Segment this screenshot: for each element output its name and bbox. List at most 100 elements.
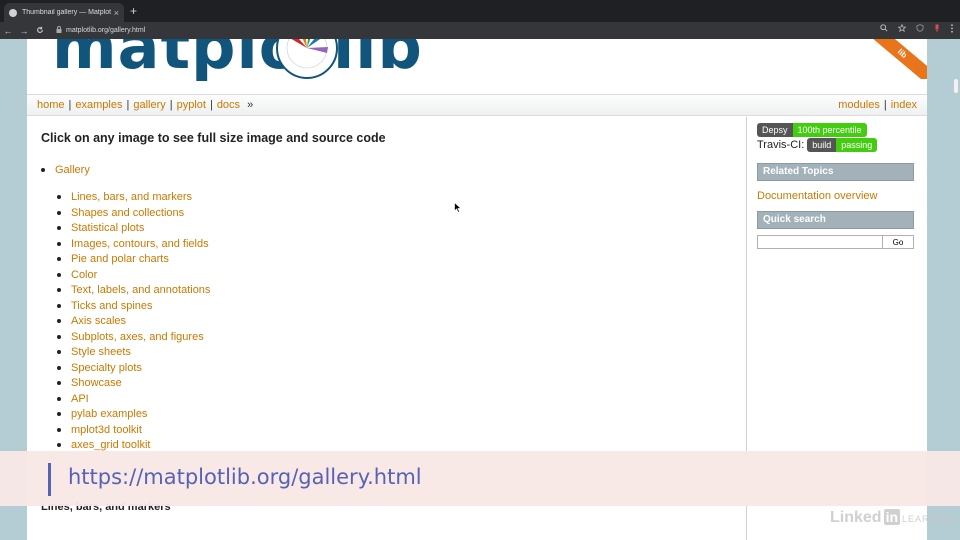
list-item: Specialty plots [57, 361, 210, 377]
favicon-icon [9, 8, 17, 17]
related-topics-header: Related Topics [757, 163, 914, 181]
section-link[interactable]: axes_grid toolkit [71, 439, 151, 451]
nav-link-modules[interactable]: modules [838, 99, 880, 111]
address-bar[interactable]: matplotlib.org/gallery.html [66, 27, 145, 34]
banner-accent-bar [48, 463, 51, 496]
browser-toolbar: ← → matplotlib.org/gallery.html [0, 22, 960, 39]
build-badge[interactable]: build passing [807, 138, 878, 152]
list-item: Lines, bars, and markers [57, 190, 210, 206]
list-item: API [57, 392, 210, 408]
bullet-icon [57, 272, 61, 277]
section-link[interactable]: Images, contours, and fields [71, 238, 209, 250]
section-link[interactable]: Showcase [71, 377, 122, 389]
sidebar: Depsy 100th percentile Travis-CI: build … [757, 123, 917, 249]
url-overlay-banner: https://matplotlib.org/gallery.html [0, 451, 960, 506]
watermark-linked: Linked [830, 509, 882, 526]
page-heading: Click on any image to see full size imag… [41, 131, 386, 145]
bullet-icon [57, 241, 61, 246]
bullet-icon [57, 319, 61, 324]
section-link[interactable]: API [71, 393, 89, 405]
section-link[interactable]: Specialty plots [71, 362, 142, 374]
list-item: Images, contours, and fields [57, 237, 210, 253]
nav-link-gallery[interactable]: gallery [133, 99, 165, 111]
nav-link-examples[interactable]: examples [75, 99, 122, 111]
go-button[interactable]: Go [883, 235, 914, 249]
section-link[interactable]: Style sheets [71, 346, 131, 358]
back-button[interactable]: ← [0, 26, 16, 36]
zoom-icon[interactable] [880, 24, 888, 35]
list-item: Color [57, 268, 210, 284]
travis-status: Travis-CI: build passing [757, 138, 917, 152]
bullet-icon [57, 350, 61, 355]
travis-label: Travis-CI: [757, 139, 805, 151]
matplotlib-logo[interactable]: matplotlib [52, 39, 423, 83]
documentation-overview-link[interactable]: Documentation overview [757, 190, 917, 202]
depsy-badge-value: 100th percentile [792, 123, 867, 137]
nav-link-index[interactable]: index [891, 99, 917, 111]
section-link[interactable]: Lines, bars, and markers [71, 191, 192, 203]
section-link[interactable]: Color [71, 269, 97, 281]
section-link[interactable]: Statistical plots [71, 222, 144, 234]
bullet-icon [57, 303, 61, 308]
mouse-cursor-icon [454, 202, 462, 213]
bullet-icon [57, 226, 61, 231]
list-item: Shapes and collections [57, 206, 210, 222]
tab-title: Thumbnail gallery — Matplotlib [22, 9, 111, 16]
watermark-in: in [883, 509, 901, 525]
gallery-sections-list: Lines, bars, and markers Shapes and coll… [57, 190, 210, 454]
list-item: Axis scales [57, 314, 210, 330]
bullet-icon [57, 443, 61, 448]
extension-icon[interactable] [934, 24, 940, 35]
section-link[interactable]: Axis scales [71, 315, 126, 327]
menu-icon[interactable] [950, 24, 954, 35]
scrollbar-thumb[interactable] [954, 79, 958, 93]
bullet-icon [57, 334, 61, 339]
shield-icon[interactable] [916, 24, 924, 35]
ribbon-text: lib [867, 39, 927, 79]
nav-separator: | [209, 99, 213, 111]
forward-button[interactable]: → [16, 26, 32, 36]
linkedin-learning-watermark: Linked in LEARNING [830, 509, 956, 527]
nav-link-home[interactable]: home [37, 99, 65, 111]
search-input[interactable] [757, 235, 883, 249]
bullet-icon [57, 257, 61, 262]
new-tab-button[interactable]: + [130, 4, 137, 18]
section-link[interactable]: Text, labels, and annotations [71, 284, 210, 296]
list-item: Ticks and spines [57, 299, 210, 315]
list-item: Style sheets [57, 345, 210, 361]
nav-separator: | [126, 99, 130, 111]
section-link[interactable]: Ticks and spines [71, 300, 153, 312]
reload-button[interactable] [32, 26, 48, 36]
section-link[interactable]: pylab examples [71, 408, 147, 420]
fork-ribbon[interactable]: lib [867, 39, 927, 79]
bullet-icon [57, 412, 61, 417]
section-link[interactable]: Subplots, axes, and figures [71, 331, 204, 343]
list-item: Showcase [57, 376, 210, 392]
build-badge-label: build [807, 138, 837, 152]
nav-link-docs[interactable]: docs [217, 99, 240, 111]
lock-icon [56, 26, 62, 35]
list-item: Statistical plots [57, 221, 210, 237]
nav-separator: | [68, 99, 72, 111]
list-item: pylab examples [57, 407, 210, 423]
build-badge-value: passing [836, 138, 878, 152]
bullet-icon [41, 168, 45, 173]
close-tab-icon[interactable]: × [114, 8, 119, 18]
section-link[interactable]: mplot3d toolkit [71, 424, 142, 436]
nav-link-pyplot[interactable]: pyplot [177, 99, 206, 111]
depsy-badge[interactable]: Depsy 100th percentile [757, 123, 917, 137]
nav-left: home | examples | gallery | pyplot | docs » [37, 99, 253, 111]
nav-separator: | [883, 99, 887, 111]
section-link[interactable]: Pie and polar charts [71, 253, 169, 265]
bullet-icon [57, 427, 61, 432]
list-item: mplot3d toolkit [57, 423, 210, 439]
star-icon[interactable] [897, 23, 907, 35]
browser-tab[interactable]: Thumbnail gallery — Matplotlib × [4, 3, 124, 22]
gallery-link[interactable]: Gallery [55, 164, 90, 176]
navigation-bar: home | examples | gallery | pyplot | docs » modu… [27, 94, 927, 116]
logo-text: matplotlib [52, 39, 423, 83]
bullet-icon [57, 381, 61, 386]
nav-separator: | [169, 99, 173, 111]
section-link[interactable]: Shapes and collections [71, 207, 184, 219]
bullet-icon [57, 210, 61, 215]
